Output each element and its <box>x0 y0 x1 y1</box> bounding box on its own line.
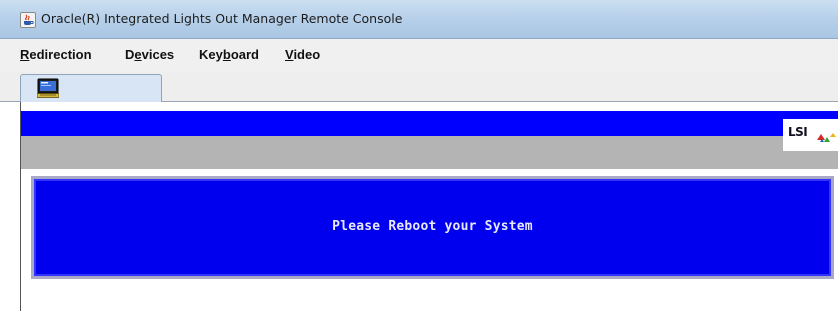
remote-console-screen[interactable]: LSI Please Reboot your System <box>20 102 838 311</box>
menu-video[interactable]: Video <box>285 47 320 62</box>
window-titlebar[interactable]: Oracle(R) Integrated Lights Out Manager … <box>0 0 838 39</box>
lsi-logo-text: LSI <box>788 125 808 139</box>
java-coffee-icon <box>20 12 36 28</box>
menu-devices[interactable]: Devices <box>125 47 174 62</box>
menu-bar: Redirection Devices Keyboard Video <box>0 39 838 72</box>
console-screen-icon <box>36 78 60 102</box>
lsi-logo: LSI <box>783 119 838 151</box>
window-title: Oracle(R) Integrated Lights Out Manager … <box>41 11 403 26</box>
bios-gray-band <box>21 136 838 169</box>
menu-keyboard-label-start: Key <box>199 47 223 62</box>
menu-keyboard[interactable]: Keyboard <box>199 47 259 62</box>
menu-devices-mnemonic: e <box>134 47 142 62</box>
menu-keyboard-label: oard <box>230 47 259 62</box>
menu-video-label: ideo <box>293 47 321 62</box>
menu-redirection[interactable]: Redirection <box>20 47 92 62</box>
menu-redirection-mnemonic: R <box>20 47 30 62</box>
reboot-dialog: Please Reboot your System <box>31 176 834 279</box>
menu-devices-label: vices <box>141 47 175 62</box>
reboot-message: Please Reboot your System <box>332 219 533 234</box>
menu-keyboard-mnemonic: b <box>222 47 231 62</box>
bios-header-bar <box>21 111 838 136</box>
menu-redirection-label: edirection <box>29 47 92 62</box>
tab-console-session[interactable] <box>20 74 162 102</box>
tab-strip <box>0 72 838 102</box>
menu-devices-label-start: D <box>125 47 135 62</box>
lsi-logo-mark <box>816 130 838 149</box>
